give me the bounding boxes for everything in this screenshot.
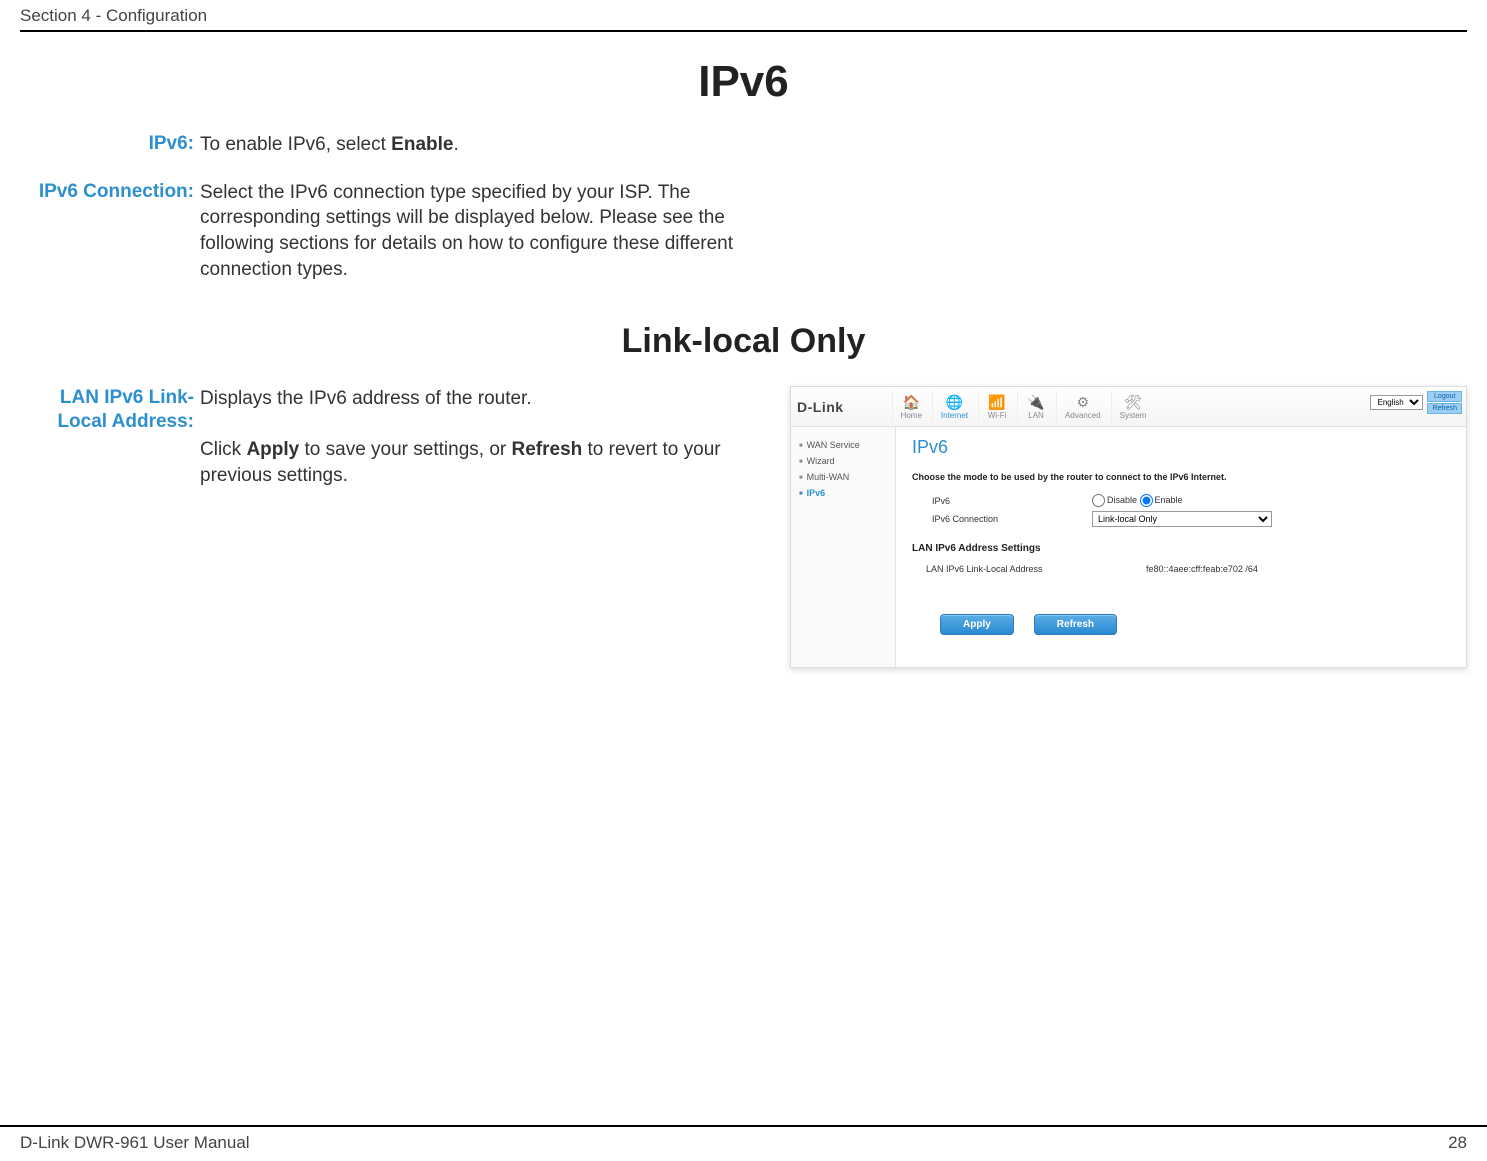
desc-post: .: [453, 134, 458, 155]
nav-item-home[interactable]: 🏠Home: [892, 391, 930, 422]
conn-label: IPv6 Connection: [932, 514, 1092, 524]
definition-row: IPv6 Connection:Select the IPv6 connecti…: [20, 180, 1467, 283]
page-header: Section 4 - Configuration: [20, 0, 1467, 32]
system-icon: 🛠: [1123, 393, 1143, 411]
ipv6-enable-row: IPv6 Disable Enable: [932, 494, 1450, 507]
page-title-linklocal: Link-local Only: [20, 322, 1467, 361]
definition-row: IPv6:To enable IPv6, select Enable.: [20, 132, 1467, 158]
page-footer: D-Link DWR-961 User Manual 28: [0, 1125, 1487, 1161]
logout-button[interactable]: Logout: [1427, 391, 1462, 402]
lan-addr-value: fe80::4aee:cff:feab:e702 /64: [1146, 564, 1258, 574]
nav-item-internet[interactable]: 🌐Internet: [932, 391, 976, 422]
definition-term: LAN IPv6 Link-Local Address:: [20, 386, 200, 434]
ipv6-label: IPv6: [932, 496, 1092, 506]
lan-addr-label: LAN IPv6 Link-Local Address: [926, 564, 1146, 574]
ss-nav: 🏠Home🌐Internet📶Wi-Fi🔌LAN⚙Advanced🛠System: [892, 391, 1155, 422]
nav-item-label: Wi-Fi: [988, 411, 1007, 420]
ss-intro: Choose the mode to be used by the router…: [912, 472, 1450, 482]
ss-topbar: D-Link 🏠Home🌐Internet📶Wi-Fi🔌LAN⚙Advanced…: [791, 387, 1466, 427]
advanced-icon: ⚙: [1073, 393, 1093, 411]
nav-item-system[interactable]: 🛠System: [1111, 391, 1155, 422]
definition-desc: Select the IPv6 connection type specifie…: [200, 180, 760, 283]
note-pre: Click: [200, 439, 246, 460]
note-refresh: Refresh: [512, 439, 583, 460]
apply-button[interactable]: Apply: [940, 614, 1014, 635]
ipv6-connection-select[interactable]: Link-local Only: [1092, 511, 1272, 527]
dlink-logo: D-Link: [797, 399, 844, 415]
nav-item-lan[interactable]: 🔌LAN: [1017, 391, 1054, 422]
note-mid: to save your settings, or: [299, 439, 511, 460]
nav-item-label: System: [1120, 411, 1147, 420]
lan-address-row: LAN IPv6 Link-Local Address fe80::4aee:c…: [926, 564, 1450, 574]
sidebar-item-ipv6[interactable]: IPv6: [799, 485, 887, 501]
definition-desc: To enable IPv6, select Enable.: [200, 132, 760, 158]
home-icon: 🏠: [901, 393, 921, 411]
section-label: Section 4 - Configuration: [20, 6, 207, 26]
ss-heading: IPv6: [912, 437, 1450, 458]
ss-button-row: Apply Refresh: [940, 614, 1450, 635]
ipv6-radio-group: Disable Enable: [1092, 494, 1183, 507]
router-screenshot: D-Link 🏠Home🌐Internet📶Wi-Fi🔌LAN⚙Advanced…: [790, 386, 1467, 668]
disable-label: Disable: [1107, 495, 1137, 505]
ss-main: IPv6 Choose the mode to be used by the r…: [896, 427, 1466, 667]
language-select[interactable]: English: [1370, 395, 1423, 410]
lan-section-heading: LAN IPv6 Address Settings: [912, 543, 1450, 554]
nav-item-label: LAN: [1028, 411, 1044, 420]
disable-radio[interactable]: [1092, 494, 1105, 507]
nav-item-wi-fi[interactable]: 📶Wi-Fi: [978, 391, 1015, 422]
definition-term: IPv6 Connection:: [20, 180, 200, 204]
sidebar-item-wan-service[interactable]: WAN Service: [799, 437, 887, 453]
nav-item-label: Internet: [941, 411, 968, 420]
sidebar-item-wizard[interactable]: Wizard: [799, 453, 887, 469]
lan-icon: 🔌: [1026, 393, 1046, 411]
enable-label: Enable: [1155, 495, 1183, 505]
enable-radio[interactable]: [1140, 494, 1153, 507]
nav-item-advanced[interactable]: ⚙Advanced: [1056, 391, 1109, 422]
definition-desc: Displays the IPv6 address of the router.…: [200, 386, 760, 489]
sidebar-item-multi-wan[interactable]: Multi-WAN: [799, 469, 887, 485]
desc-text: Displays the IPv6 address of the router.: [200, 388, 532, 409]
wi-fi-icon: 📶: [987, 393, 1007, 411]
refresh-button[interactable]: Refresh: [1034, 614, 1117, 635]
nav-item-label: Advanced: [1065, 411, 1101, 420]
definition-term: IPv6:: [20, 132, 200, 156]
desc-pre: To enable IPv6, select: [200, 134, 391, 155]
definition-row: LAN IPv6 Link-Local Address: Displays th…: [20, 386, 760, 489]
ss-sidebar: WAN ServiceWizardMulti-WANIPv6: [791, 427, 896, 667]
ss-top-right: English Logout Refresh: [1370, 391, 1462, 414]
footer-page-number: 28: [1448, 1133, 1467, 1153]
note-apply: Apply: [246, 439, 299, 460]
nav-item-label: Home: [901, 411, 922, 420]
footer-left: D-Link DWR-961 User Manual: [20, 1133, 250, 1153]
desc-bold: Enable: [391, 134, 453, 155]
internet-icon: 🌐: [944, 393, 964, 411]
refresh-top-button[interactable]: Refresh: [1427, 403, 1462, 414]
ipv6-connection-row: IPv6 Connection Link-local Only: [932, 511, 1450, 527]
page-title-ipv6: IPv6: [20, 57, 1467, 107]
